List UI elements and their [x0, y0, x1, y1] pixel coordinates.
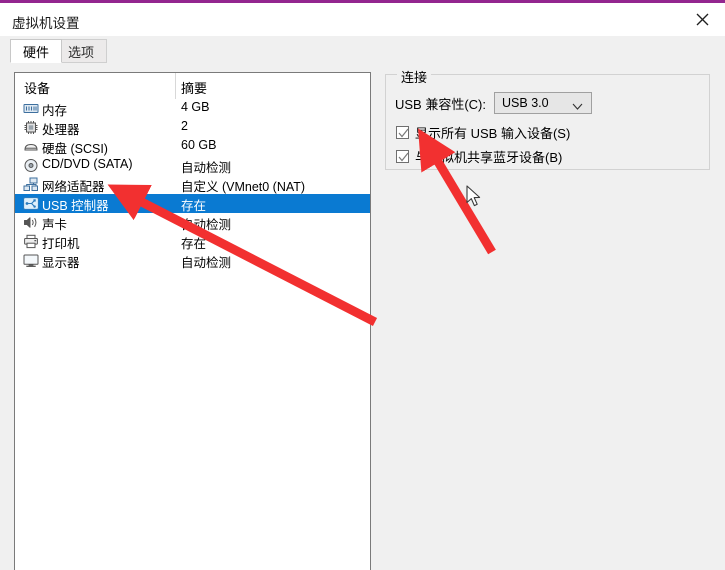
- window-title: 虚拟机设置: [12, 12, 80, 32]
- checkbox-share-bluetooth-label: 与虚拟机共享蓝牙设备(B): [415, 147, 562, 166]
- tab-hardware-label: 硬件: [23, 42, 49, 61]
- device-list-rows: 内存 4 GB 处理器 2 硬盘 (SCSI) 60 GB CD/DVD (SATA) 自动检…: [15, 99, 370, 270]
- usb-compatibility-value: USB 3.0: [502, 96, 549, 110]
- vm-settings-window: 虚拟机设置 硬件 选项 设备 摘要 内存 4 GB 处理器 2: [0, 0, 725, 570]
- dialog-content: 设备 摘要 内存 4 GB 处理器 2 硬盘 (SCSI) 60 GB CD/DVD (SA…: [0, 62, 725, 570]
- column-header-device: 设备: [24, 78, 50, 97]
- checkbox-show-all-usb-devices[interactable]: 显示所有 USB 输入设备(S): [396, 123, 570, 142]
- chevron-down-icon: [572, 100, 583, 114]
- sound-icon: [23, 215, 39, 230]
- device-row-summary: 自动检测: [181, 157, 231, 176]
- device-row-name: 显示器: [42, 252, 80, 271]
- column-header-summary: 摘要: [181, 78, 207, 97]
- device-row-2[interactable]: 硬盘 (SCSI) 60 GB: [15, 137, 370, 156]
- tab-hardware[interactable]: 硬件: [10, 39, 62, 63]
- device-row-summary: 存在: [181, 195, 206, 214]
- device-row-8[interactable]: 显示器 自动检测: [15, 251, 370, 270]
- device-list-header: 设备 摘要: [15, 73, 370, 99]
- usb-compatibility-dropdown[interactable]: USB 3.0: [494, 92, 592, 114]
- memory-icon: [23, 101, 39, 116]
- device-row-1[interactable]: 处理器 2: [15, 118, 370, 137]
- close-icon: [696, 13, 709, 26]
- device-row-summary: 自动检测: [181, 214, 231, 233]
- usb-compatibility-label: USB 兼容性(C):: [395, 94, 486, 113]
- network-icon: [23, 177, 39, 192]
- device-row-3[interactable]: CD/DVD (SATA) 自动检测: [15, 156, 370, 175]
- device-row-summary: 4 GB: [181, 100, 210, 114]
- device-row-summary: 存在: [181, 233, 206, 252]
- device-row-name: 网络适配器: [42, 176, 105, 195]
- device-row-6[interactable]: 声卡 自动检测: [15, 213, 370, 232]
- connection-group-legend: 连接: [397, 67, 431, 86]
- header-divider: [175, 73, 176, 99]
- usb-icon: [23, 196, 39, 211]
- close-button[interactable]: [679, 3, 725, 36]
- harddisk-icon: [23, 139, 39, 154]
- device-row-4[interactable]: 网络适配器 自定义 (VMnet0 (NAT): [15, 175, 370, 194]
- device-row-name: CD/DVD (SATA): [42, 157, 133, 171]
- device-row-name: USB 控制器: [42, 195, 109, 214]
- device-list[interactable]: 设备 摘要 内存 4 GB 处理器 2 硬盘 (SCSI) 60 GB CD/DVD (SA…: [14, 72, 371, 570]
- device-row-5[interactable]: USB 控制器 存在: [15, 194, 370, 213]
- device-row-name: 声卡: [42, 214, 67, 233]
- display-icon: [23, 253, 39, 268]
- checkbox-box: [396, 150, 409, 163]
- device-row-0[interactable]: 内存 4 GB: [15, 99, 370, 118]
- cddvd-icon: [23, 158, 39, 173]
- checkbox-share-bluetooth[interactable]: 与虚拟机共享蓝牙设备(B): [396, 147, 562, 166]
- title-bar: 虚拟机设置: [0, 3, 725, 36]
- printer-icon: [23, 234, 39, 249]
- device-row-summary: 自定义 (VMnet0 (NAT): [181, 176, 305, 195]
- device-row-summary: 自动检测: [181, 252, 231, 271]
- device-row-name: 硬盘 (SCSI): [42, 138, 108, 157]
- tab-options-label: 选项: [68, 42, 94, 61]
- device-row-name: 打印机: [42, 233, 80, 252]
- device-row-7[interactable]: 打印机 存在: [15, 232, 370, 251]
- usb-compatibility-field: USB 兼容性(C): USB 3.0: [395, 92, 592, 114]
- tab-options[interactable]: 选项: [55, 39, 107, 63]
- checkbox-box: [396, 126, 409, 139]
- tab-strip: 硬件 选项: [0, 36, 725, 63]
- checkbox-show-all-usb-devices-label: 显示所有 USB 输入设备(S): [415, 123, 570, 142]
- device-row-name: 处理器: [42, 119, 80, 138]
- device-row-summary: 2: [181, 119, 188, 133]
- device-row-name: 内存: [42, 100, 67, 119]
- device-row-summary: 60 GB: [181, 138, 216, 152]
- cpu-icon: [23, 120, 39, 135]
- mouse-cursor: [466, 185, 483, 212]
